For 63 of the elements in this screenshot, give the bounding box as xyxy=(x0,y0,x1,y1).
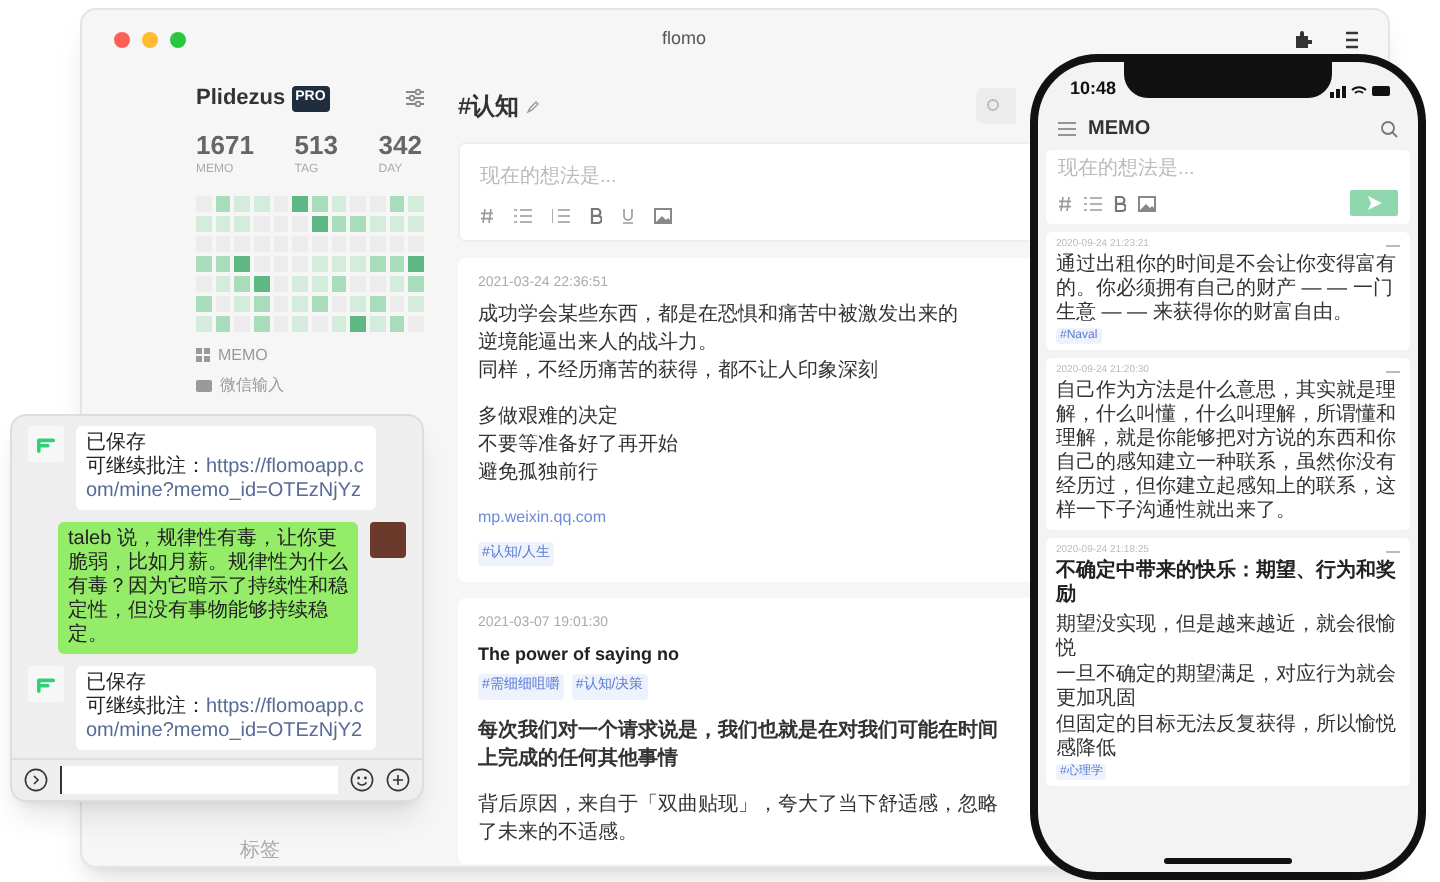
emoji-icon[interactable] xyxy=(350,768,374,792)
memo-link[interactable]: mp.weixin.qq.com xyxy=(478,505,998,529)
memo-text: 背后原因，来自于「双曲贴现」，夸大了当下舒适感，忽略了未来的不适感。 xyxy=(478,791,998,847)
message-status: 已保存 xyxy=(86,432,148,455)
message-status: 已保存 xyxy=(86,672,148,695)
search-icon xyxy=(985,98,1002,114)
status-time: 10:48 xyxy=(1070,76,1117,103)
stat-value: 342 xyxy=(378,131,422,157)
memo-text: 自己作为方法是什么意思，其实就是理解，什么叫懂，什么叫理解，所谓懂和理解，就是你能够把对方说的东西和你自己的感知建立一种联系，虽然你没有经历过，但你建立起感知上的联系，这样一下子沟通性就出来了。 xyxy=(1056,380,1398,524)
filter-icon[interactable] xyxy=(404,88,426,109)
menu-icon[interactable] xyxy=(1344,30,1360,50)
bot-avatar-icon xyxy=(28,666,64,702)
memo-text: 每次我们对一个请求说是，我们也就是在对我们可能在时间上完成的任何其他事情 xyxy=(478,717,998,773)
image-icon[interactable] xyxy=(654,208,672,224)
memo-title: 不确定中带来的快乐：期望、行为和奖励 xyxy=(1056,560,1398,608)
user-name: Plidezus xyxy=(196,84,286,114)
hash-icon[interactable] xyxy=(1058,195,1072,211)
edit-icon[interactable] xyxy=(525,99,540,113)
memo-text: 一旦不确定的期望满足，对应行为就会更加巩固 xyxy=(1056,664,1398,712)
memo-text: 成功学会某些东西，都是在恐惧和痛苦中被激发出来的 xyxy=(478,301,960,329)
memo-text: 多做艰难的决定 xyxy=(478,403,620,431)
bold-icon[interactable] xyxy=(1114,195,1126,211)
memo-text: 逆境能逼出来人的战斗力。 xyxy=(478,329,720,357)
stat-value: 1671 xyxy=(196,131,254,157)
memo-text: 期望没实现，但是越来越近，就会很愉悦 xyxy=(1056,614,1398,662)
search-field[interactable] xyxy=(975,88,1016,124)
sidebar-item[interactable]: 微信输入 xyxy=(196,375,426,395)
sidebar-item[interactable]: MEMO xyxy=(196,345,426,365)
underline-icon[interactable] xyxy=(622,208,634,224)
page-title: #认知 xyxy=(458,90,520,124)
screen-title: MEMO xyxy=(1088,115,1151,143)
bold-icon[interactable] xyxy=(590,208,602,224)
memo-text: 不要等准备好了再开始 xyxy=(478,431,680,459)
message-text: 可继续批注：https://flomoapp.com/mine?memo_id=OTEzNjY2 xyxy=(86,696,366,744)
send-button-icon[interactable] xyxy=(1350,190,1398,216)
bulleted-list-icon[interactable] xyxy=(1084,195,1102,211)
message-text: 可继续批注：https://flomoapp.com/mine?memo_id=OTEzNjYz xyxy=(86,456,366,504)
memo-text: 避免孤独前行 xyxy=(478,459,600,487)
numbered-list-icon[interactable] xyxy=(552,208,570,224)
bulleted-list-icon[interactable] xyxy=(514,208,532,224)
search-icon[interactable] xyxy=(1380,119,1398,137)
memo-title: The power of saying no xyxy=(478,641,682,668)
memo-text: 通过出租你的时间是不会让你变得富有的。你必须拥有自己的财产 — — 一门生意 — — 来获得你的财富自由。 xyxy=(1056,254,1398,326)
keyboard-icon xyxy=(196,379,212,391)
home-indicator xyxy=(1164,858,1292,864)
hash-icon[interactable] xyxy=(480,208,494,224)
memo-text: 同样，不经历痛苦的获得，都不让人印象深刻 xyxy=(478,357,880,385)
message-bubble: taleb 说，规律性有毒，让你更脆弱，比如月薪。规律性为什么有毒？因为它暗示了持续性和稳定性，但没有事物能够持续稳定。 xyxy=(58,522,358,654)
sidebar-label[interactable]: 标签 xyxy=(240,840,426,864)
bot-avatar-icon xyxy=(28,426,64,462)
image-icon[interactable] xyxy=(1138,195,1156,211)
status-indicators-icon xyxy=(1330,83,1390,97)
window-title: flomo xyxy=(662,26,707,52)
voice-icon[interactable] xyxy=(24,768,48,792)
avatar-photo-placeholder xyxy=(370,522,406,558)
add-icon[interactable] xyxy=(386,768,410,792)
memo-input[interactable]: 现在的想法是... xyxy=(480,162,880,192)
stat-value: 513 xyxy=(294,131,338,157)
message-input[interactable] xyxy=(60,766,338,794)
grid-icon xyxy=(196,348,210,362)
memo-text: 但固定的目标无法反复获得，所以愉悦感降低 xyxy=(1056,714,1398,762)
puzzle-icon[interactable] xyxy=(1292,30,1312,50)
memo-input[interactable]: 现在的想法是... xyxy=(1058,158,1298,182)
